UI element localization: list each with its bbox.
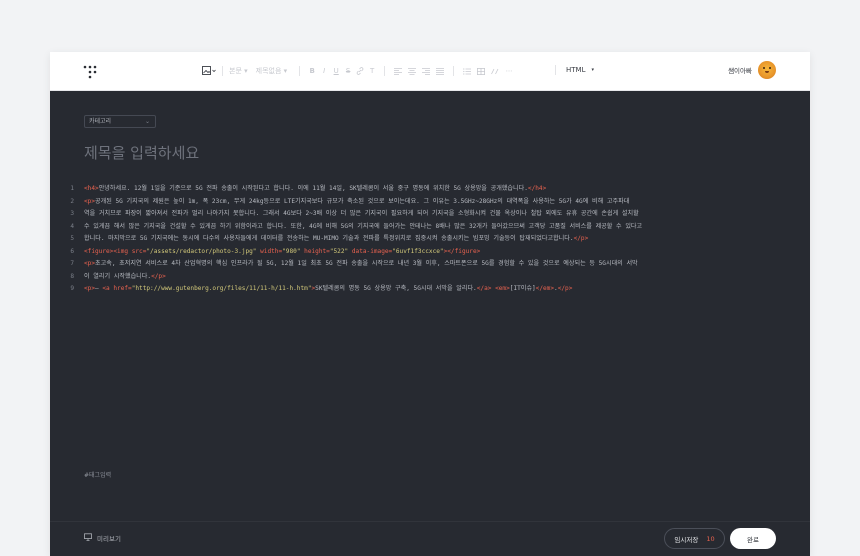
toolbar-divider [555,65,556,75]
line-number: 3 [70,210,74,217]
align-center-icon[interactable] [405,63,419,79]
top-toolbar: 본문 ▾ 제목없음 ▾ B I U S T ⋯ HTML ▾ 쌤이아빠 [50,52,810,91]
toolbar-divider [384,66,386,76]
toolbar-divider [453,66,455,76]
title-input[interactable] [84,142,684,164]
line-number: 7 [70,260,74,267]
italic-icon[interactable]: I [318,63,330,79]
line-content: 합니다. 마지막으로 5G 기지국에는 동시에 다수의 사용자들에게 데이터를 … [84,235,589,242]
quote-icon[interactable] [488,63,502,79]
strikethrough-icon[interactable]: S [342,63,354,79]
code-line[interactable]: 5 합니다. 마지막으로 5G 기지국에는 동시에 다수의 사용자들에게 데이터를… [64,233,782,246]
link-icon[interactable] [354,63,366,79]
line-content: 이 열리기 시작했습니다.</p> [84,272,166,280]
line-number: 1 [70,185,74,192]
temp-save-button[interactable]: 임시저장 10 [664,528,725,549]
text-color-icon[interactable]: T [366,63,378,79]
monitor-icon [84,533,92,543]
code-line[interactable]: 6 <figure><img src="/assets/redactor/phot… [64,246,782,259]
editor-window: 본문 ▾ 제목없음 ▾ B I U S T ⋯ HTML ▾ 쌤이아빠 카테고리… [50,52,810,556]
logo-icon[interactable] [83,64,97,79]
code-line[interactable]: 7 <p>초고속, 초저지연 서비스로 4차 산업혁명의 핵심 인프라가 될 5G… [64,258,782,271]
line-number: 4 [70,222,74,230]
line-number: 5 [70,235,74,242]
done-label: 완료 [747,535,759,544]
user-profile[interactable]: 쌤이아빠 [728,61,776,79]
preview-button[interactable]: 미리보기 [84,533,121,543]
code-line[interactable]: 4 수 있게끔 해서 많은 기지국을 건설할 수 있게끔 하기 위함이라고 합니다… [64,221,782,234]
done-button[interactable]: 완료 [730,528,776,549]
line-number: 2 [70,197,74,205]
temp-save-label: 임시저장 [674,535,699,544]
editor-mode-value: HTML [566,66,586,74]
editor-mode-select[interactable]: HTML ▾ [555,65,594,75]
line-number: 8 [70,272,74,280]
tag-input[interactable]: #태그입력 [84,470,111,479]
temp-save-count: 10 [706,534,715,543]
toolbar-divider [222,66,223,76]
bullet-list-icon[interactable] [460,63,474,79]
chevron-down-icon: ⌄ [144,118,150,125]
underline-icon[interactable]: U [330,63,342,79]
font-size-select[interactable]: 본문 ▾ [229,63,248,79]
format-toolbar: 본문 ▾ 제목없음 ▾ B I U S T ⋯ [202,63,516,79]
line-content: <figure><img src="/assets/redactor/photo… [84,247,481,255]
category-value: 카테고리 [89,118,112,125]
code-line[interactable]: 1 <h4>안녕하세요. 12월 1일을 기준으로 5G 전파 송출이 시작된다고… [64,183,782,196]
category-select[interactable]: 카테고리 ⌄ [84,115,156,128]
line-content: <h4>안녕하세요. 12월 1일을 기준으로 5G 전파 송출이 시작된다고 … [84,185,547,192]
preview-label: 미리보기 [97,535,121,543]
paragraph-select[interactable]: 제목없음 ▾ [256,63,288,79]
toolbar-divider [299,66,301,76]
footer-divider [50,521,810,522]
more-icon[interactable]: ⋯ [502,63,516,79]
image-insert-icon[interactable] [202,63,216,79]
code-line[interactable]: 3 역을 거치므로 파장이 짧아져서 전파가 멀리 나아가지 못합니다. 그래서 … [64,208,782,221]
code-line[interactable]: 8 이 열리기 시작했습니다.</p> [64,271,782,284]
line-content: <p>공개된 5G 기지국의 제원은 높이 1m, 폭 23cm, 무게 24k… [84,197,630,205]
code-line[interactable]: 9 <p>— <a href="http://www.gutenberg.org/… [64,283,782,296]
line-number: 6 [70,247,74,255]
code-line[interactable]: 2 <p>공개된 5G 기지국의 제원은 높이 1m, 폭 23cm, 무게 24… [64,196,782,209]
html-source-editor[interactable]: 1 <h4>안녕하세요. 12월 1일을 기준으로 5G 전파 송출이 시작된다고… [64,183,782,296]
paragraph-value: 제목없음 [255,67,282,75]
line-content: 역을 거치므로 파장이 짧아져서 전파가 멀리 나아가지 못합니다. 그래서 4… [84,210,639,217]
line-content: 수 있게끔 해서 많은 기지국을 건설할 수 있게끔 하기 위함이라고 합니다.… [84,222,643,230]
line-content: <p>— <a href="http://www.gutenberg.org/f… [84,285,573,292]
avatar[interactable] [758,61,776,79]
font-size-value: 본문 [229,67,242,75]
username: 쌤이아빠 [728,67,752,75]
line-number: 9 [70,285,74,292]
align-left-icon[interactable] [391,63,405,79]
chevron-down-icon: ▾ [591,67,594,73]
align-justify-icon[interactable] [433,63,447,79]
table-icon[interactable] [474,63,488,79]
line-content: <p>초고속, 초저지연 서비스로 4차 산업혁명의 핵심 인프라가 될 5G,… [84,260,638,267]
align-right-icon[interactable] [419,63,433,79]
bold-icon[interactable]: B [306,63,318,79]
